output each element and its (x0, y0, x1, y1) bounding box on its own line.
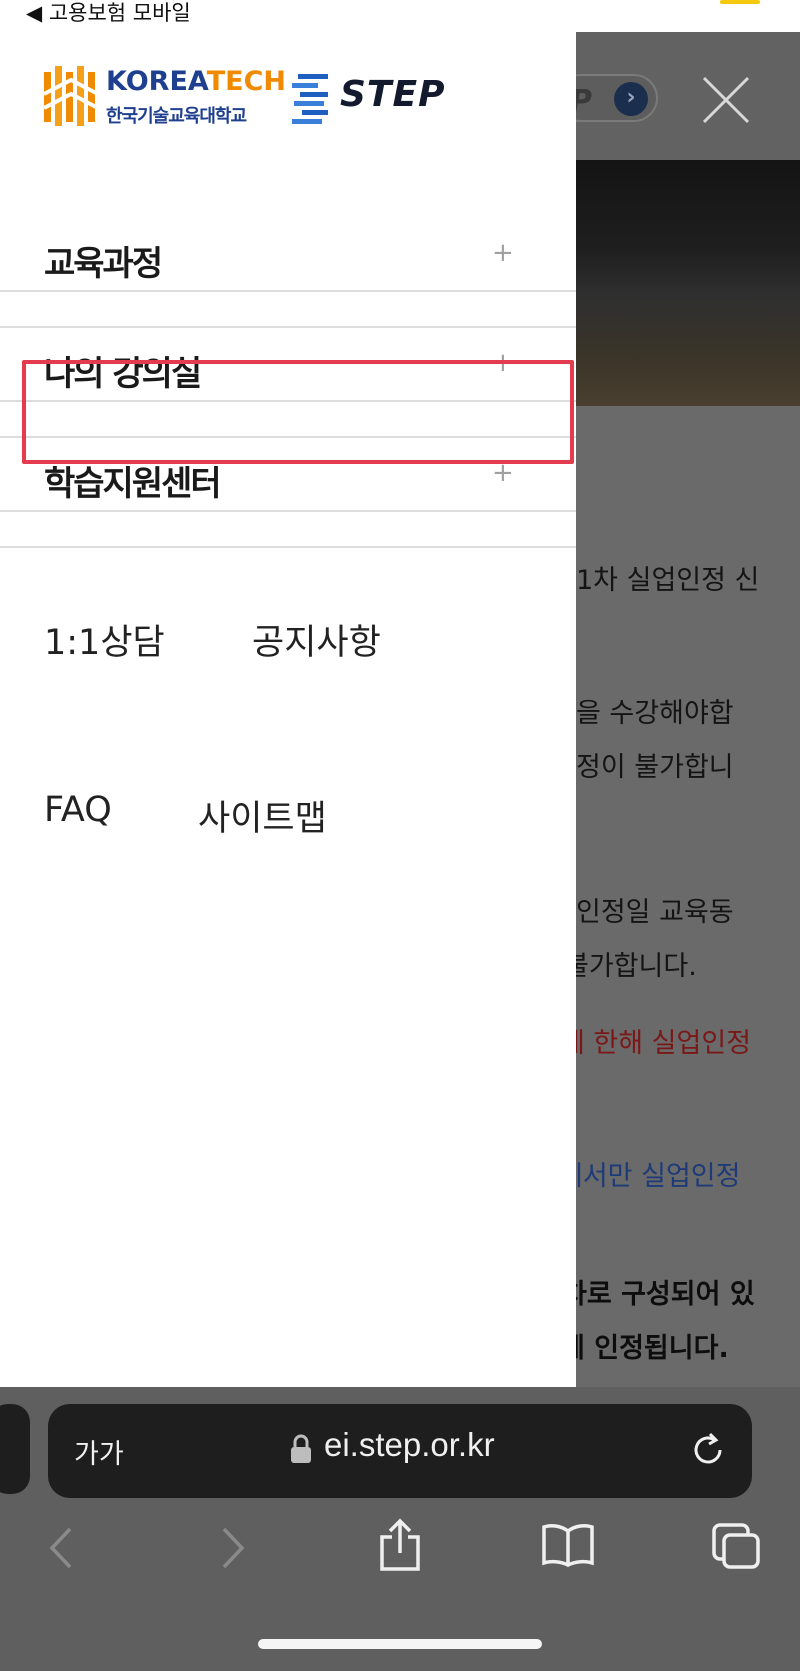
menu-item-label: 교육과정 (44, 244, 163, 284)
close-icon[interactable] (698, 72, 754, 128)
background-text-line-red: 에 한해 실업인정 (576, 1028, 752, 1059)
expand-plus-icon[interactable]: + (492, 238, 514, 268)
previous-tab-preview[interactable] (0, 1404, 30, 1494)
background-text-line-blue: 에서만 실업인정 (576, 1161, 741, 1192)
background-text-line: 인정일 교육동 (576, 897, 734, 928)
background-text-line-bold: 에 인정됩니다. (576, 1333, 729, 1364)
url-text[interactable]: ei.step.or.kr (324, 1426, 495, 1464)
step-wordmark: STEP (340, 74, 446, 115)
link-one-to-one-consult[interactable]: 1:1상담 (44, 614, 165, 665)
background-text-line-bold: 차로 구성되어 있 (576, 1279, 755, 1310)
tabs-icon[interactable] (710, 1521, 762, 1571)
menu-divider (0, 292, 576, 328)
status-bar: ◀ 고용보험 모바일 (0, 0, 800, 32)
link-faq[interactable]: FAQ (44, 790, 112, 830)
step-emblem-icon (292, 74, 328, 124)
link-notices[interactable]: 공지사항 (252, 614, 381, 665)
address-bar[interactable]: 가가 ei.step.or.kr (48, 1404, 752, 1498)
lock-icon (291, 1434, 311, 1463)
koreatech-emblem-icon (43, 66, 99, 126)
background-page: P › 1차 실업인정 신 을 수강해야합 정이 불가합니 인정일 교육동 불가… (576, 32, 800, 1387)
menu-item-courses[interactable]: 교육과정 + (0, 218, 576, 292)
step-logo[interactable]: STEP (290, 72, 470, 128)
background-header: P › (576, 32, 800, 160)
background-text-line: 정이 불가합니 (576, 752, 734, 783)
koreatech-wordmark: KOREATECH (106, 66, 286, 97)
background-banner-image (576, 160, 800, 406)
background-text-line: 1차 실업인정 신 (576, 565, 760, 596)
reload-icon[interactable] (688, 1430, 728, 1470)
text-size-button[interactable]: 가가 (74, 1432, 124, 1471)
background-text-line: 을 수강해야합 (576, 698, 734, 729)
koreatech-subtitle: 한국기술교육대학교 (106, 106, 247, 127)
link-sitemap[interactable]: 사이트맵 (198, 790, 327, 841)
background-pill-button: P › (576, 74, 658, 122)
chevron-right-icon: › (614, 82, 648, 116)
navigation-drawer: KOREATECH 한국기술교육대학교 STEP 교육과정 + 나의 강의실 +… (0, 32, 576, 1387)
koreatech-logo[interactable]: KOREATECH 한국기술교육대학교 (42, 62, 286, 132)
share-icon[interactable] (378, 1517, 422, 1573)
bookmarks-icon[interactable] (540, 1523, 596, 1567)
background-text-line: 불가합니다. (576, 951, 697, 982)
home-indicator[interactable] (258, 1639, 542, 1649)
back-arrow-icon[interactable] (46, 1525, 76, 1571)
menu-divider (0, 512, 576, 548)
forward-arrow-icon[interactable] (218, 1525, 248, 1571)
status-indicator (720, 0, 760, 4)
back-to-app-link[interactable]: ◀ 고용보험 모바일 (26, 0, 191, 26)
browser-toolbar: 가가 ei.step.or.kr (0, 1387, 800, 1671)
highlight-box (22, 360, 574, 464)
